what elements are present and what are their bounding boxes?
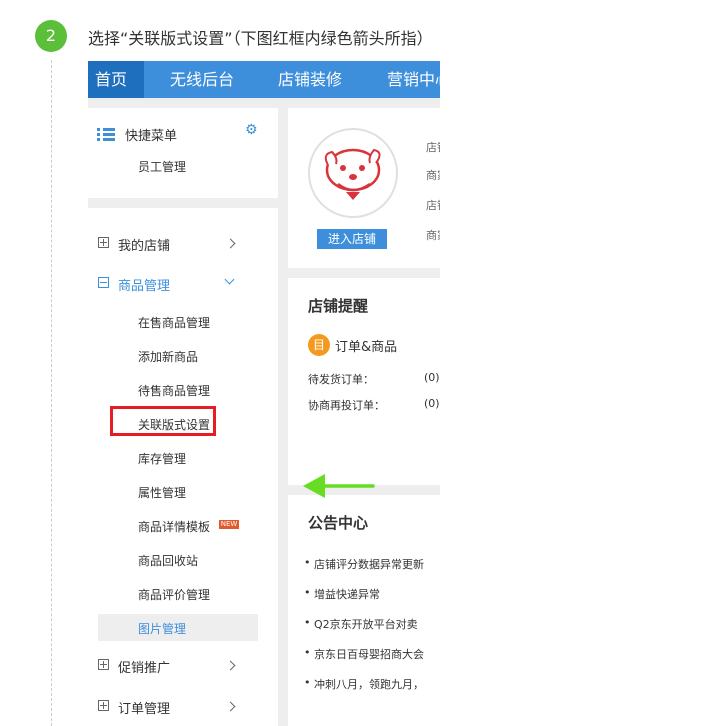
- submenu-item-pending[interactable]: 待售商品管理: [138, 382, 210, 399]
- submenu-item-attributes[interactable]: 属性管理: [138, 484, 186, 501]
- reminder-title: 店铺提醒: [308, 297, 369, 315]
- collapse-minus-icon[interactable]: [98, 277, 109, 288]
- sidebar-item-orders[interactable]: 订单管理: [118, 698, 170, 717]
- store-info-line: 店铺: [426, 141, 440, 154]
- reminder-row-label: 待发货订单：: [308, 373, 374, 386]
- notice-item[interactable]: 店铺评分数据异常更新: [304, 556, 424, 572]
- reminder-row-value[interactable]: (0): [424, 397, 440, 410]
- store-avatar[interactable]: [308, 128, 398, 218]
- new-badge: NEW: [219, 520, 239, 529]
- step-number-badge: 2: [35, 20, 67, 52]
- list-icon: [97, 128, 115, 142]
- notice-item[interactable]: Q2京东开放平台对卖: [304, 616, 418, 632]
- reminder-row-value[interactable]: (0): [424, 371, 440, 384]
- mascot-icon: [324, 148, 381, 200]
- store-info-line: 商家: [426, 169, 440, 182]
- reminder-section-label: 订单&商品: [335, 340, 398, 355]
- nav-item-wireless[interactable]: 无线后台: [170, 61, 234, 98]
- notice-item[interactable]: 冲刺八月，领跑九月，: [304, 676, 424, 692]
- top-nav-bar: 首页 无线后台 店铺装修 营销中心: [88, 61, 440, 98]
- quick-menu-item-staff[interactable]: 员工管理: [138, 158, 186, 175]
- sidebar-item-promotion[interactable]: 促销推广: [118, 657, 170, 676]
- notice-title: 公告中心: [308, 514, 369, 532]
- enter-store-button[interactable]: 进入店铺: [317, 229, 387, 249]
- expand-plus-icon[interactable]: [98, 659, 109, 670]
- expand-plus-icon[interactable]: [98, 700, 109, 711]
- sidebar-menu-panel: [88, 208, 278, 726]
- notice-item[interactable]: 京东日百母婴招商大会: [304, 646, 424, 662]
- step-guide-line: [51, 60, 52, 726]
- submenu-item-inventory[interactable]: 库存管理: [138, 450, 186, 467]
- store-info-line: 店铺: [426, 199, 440, 212]
- store-info-line: 商家: [426, 229, 440, 242]
- submenu-item-add-product[interactable]: 添加新商品: [138, 348, 198, 365]
- step-instruction: 选择“关联版式设置”（下图红框内绿色箭头所指）: [88, 29, 433, 48]
- green-arrow-icon: [303, 474, 375, 498]
- nav-item-decoration[interactable]: 店铺装修: [278, 61, 342, 98]
- submenu-item-pictures[interactable]: 图片管理: [138, 620, 186, 637]
- sidebar-item-products[interactable]: 商品管理: [118, 275, 170, 294]
- nav-item-marketing[interactable]: 营销中心: [387, 61, 440, 98]
- notice-item[interactable]: 增益快递异常: [304, 586, 380, 602]
- submenu-item-on-sale[interactable]: 在售商品管理: [138, 314, 210, 331]
- gear-icon[interactable]: ⚙: [245, 122, 258, 138]
- sidebar-item-my-store[interactable]: 我的店铺: [118, 235, 170, 254]
- highlight-box: [110, 406, 216, 436]
- order-icon: 目: [308, 334, 330, 356]
- quick-menu-title: 快捷菜单: [125, 129, 178, 144]
- submenu-item-detail-template[interactable]: 商品详情模板: [138, 518, 210, 535]
- expand-plus-icon[interactable]: [98, 237, 109, 248]
- reminder-row-label: 协商再投订单：: [308, 399, 385, 412]
- nav-item-home[interactable]: 首页: [95, 61, 127, 98]
- submenu-item-reviews[interactable]: 商品评价管理: [138, 586, 210, 603]
- submenu-item-recycle-bin[interactable]: 商品回收站: [138, 552, 198, 569]
- screenshot-panel: 首页 无线后台 店铺装修 营销中心 快捷菜单 ⚙ 员工管理 我的店铺 商品管理 …: [88, 61, 440, 726]
